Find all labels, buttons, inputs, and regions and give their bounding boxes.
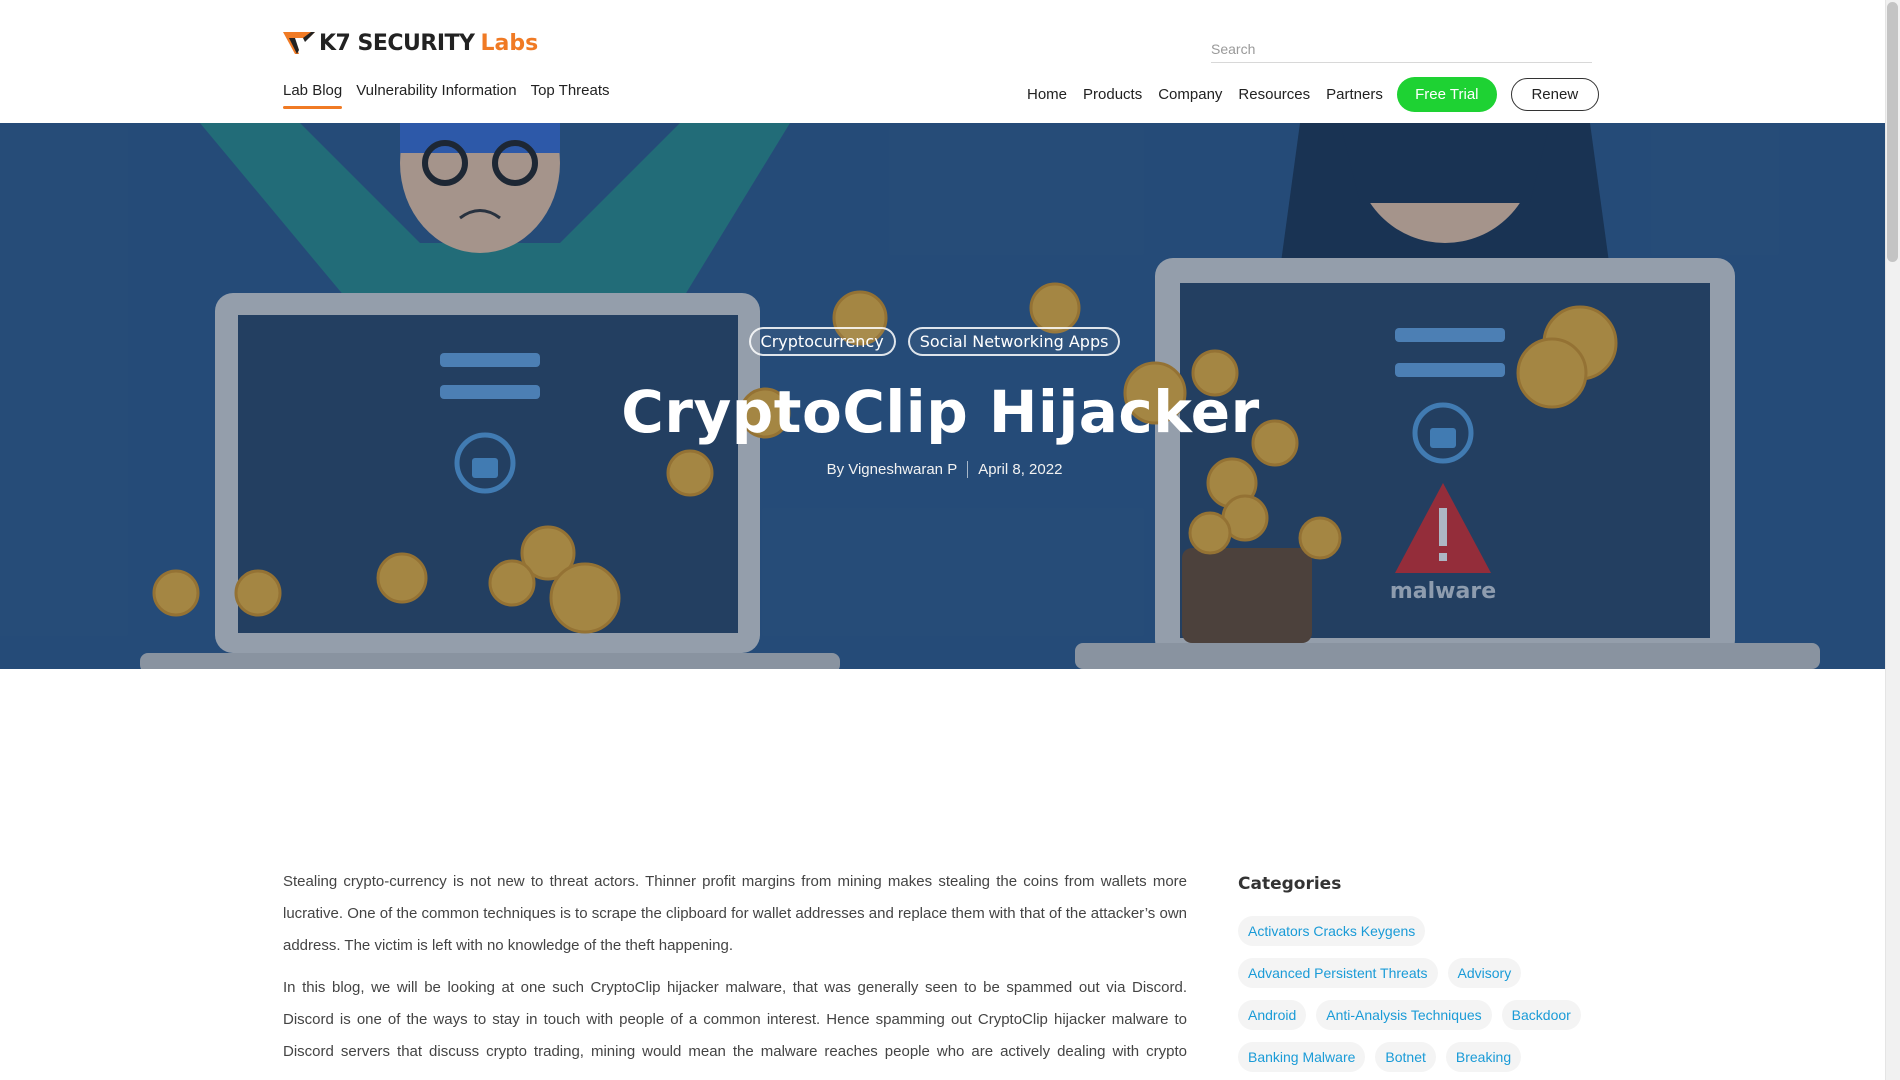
nav-partners[interactable]: Partners bbox=[1326, 86, 1383, 103]
article-body: Stealing crypto-currency is not new to t… bbox=[283, 866, 1187, 1080]
k7-logo[interactable]: K7 SECURITY Labs bbox=[283, 28, 538, 58]
logo-labs-text: Labs bbox=[480, 30, 539, 56]
post-tags: Cryptocurrency Social Networking Apps bbox=[0, 327, 1877, 356]
nav-resources[interactable]: Resources bbox=[1238, 86, 1310, 103]
article-paragraph: Stealing crypto-currency is not new to t… bbox=[283, 873, 1187, 954]
nav-top-threats[interactable]: Top Threats bbox=[531, 82, 610, 109]
post-title: CryptoClip Hijacker bbox=[621, 378, 1260, 446]
lab-nav: Lab Blog Vulnerability Information Top T… bbox=[283, 82, 610, 109]
free-trial-button[interactable]: Free Trial bbox=[1396, 77, 1497, 112]
category-android[interactable]: Android bbox=[1238, 1000, 1307, 1030]
post-author[interactable]: By Vigneshwaran P bbox=[827, 461, 958, 478]
post-meta: By Vigneshwaran P April 8, 2022 bbox=[2, 461, 1885, 478]
category-list: Activators Cracks Keygens Advanced Persi… bbox=[1238, 916, 1598, 1072]
nav-products[interactable]: Products bbox=[1083, 86, 1142, 103]
category-advanced-persistent-threats[interactable]: Advanced Persistent Threats bbox=[1238, 958, 1438, 988]
meta-divider bbox=[967, 461, 969, 478]
category-botnet[interactable]: Botnet bbox=[1375, 1042, 1436, 1072]
logo-brand-text: K7 SECURITY bbox=[319, 30, 475, 56]
tag-social-networking-apps[interactable]: Social Networking Apps bbox=[907, 327, 1121, 356]
post-date: April 8, 2022 bbox=[978, 461, 1063, 478]
page-scrollbar[interactable] bbox=[1885, 0, 1900, 1080]
nav-lab-blog[interactable]: Lab Blog bbox=[283, 82, 343, 109]
tag-cryptocurrency[interactable]: Cryptocurrency bbox=[748, 327, 896, 356]
category-breaking[interactable]: Breaking bbox=[1445, 1042, 1522, 1072]
search-box bbox=[1211, 36, 1592, 63]
category-activators-cracks-keygens[interactable]: Activators Cracks Keygens bbox=[1238, 916, 1426, 946]
main-nav: Home Products Company Resources Partners… bbox=[1027, 77, 1599, 112]
category-banking-malware[interactable]: Banking Malware bbox=[1238, 1042, 1366, 1072]
categories-sidebar: Categories Activators Cracks Keygens Adv… bbox=[1238, 874, 1598, 1072]
category-backdoor[interactable]: Backdoor bbox=[1501, 1000, 1581, 1030]
k7-shield-icon bbox=[283, 32, 315, 54]
renew-button[interactable]: Renew bbox=[1510, 78, 1599, 111]
nav-company[interactable]: Company bbox=[1158, 86, 1222, 103]
article-paragraph: In this blog, we will be looking at one … bbox=[283, 979, 1187, 1080]
scrollbar-thumb[interactable] bbox=[1887, 2, 1898, 262]
categories-heading: Categories bbox=[1238, 874, 1342, 894]
hero-banner: malware Cryptocurrency Social Networking… bbox=[0, 123, 1885, 669]
nav-vulnerability-information[interactable]: Vulnerability Information bbox=[356, 82, 516, 109]
nav-home[interactable]: Home bbox=[1027, 86, 1067, 103]
category-advisory[interactable]: Advisory bbox=[1447, 958, 1522, 988]
category-anti-analysis-techniques[interactable]: Anti-Analysis Techniques bbox=[1316, 1000, 1492, 1030]
search-input[interactable] bbox=[1211, 36, 1592, 62]
site-header: K7 SECURITY Labs Lab Blog Vulnerability … bbox=[0, 0, 1885, 123]
